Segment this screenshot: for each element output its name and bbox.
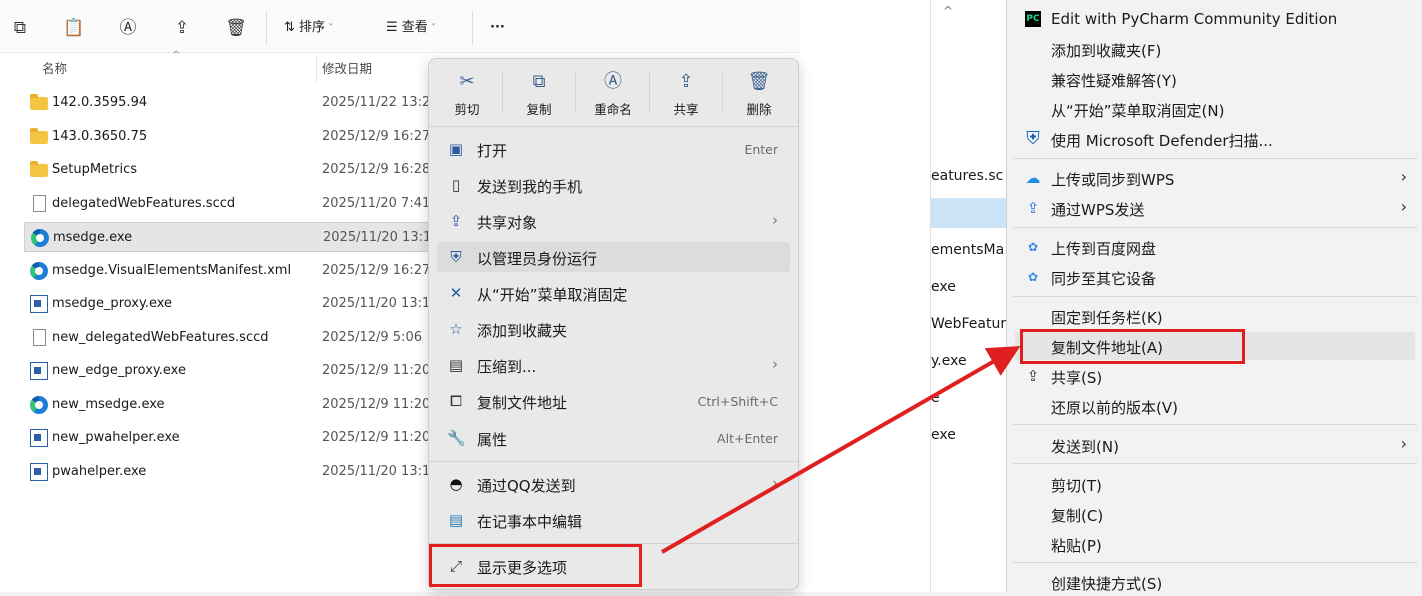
annotation-arrow bbox=[661, 346, 1021, 554]
